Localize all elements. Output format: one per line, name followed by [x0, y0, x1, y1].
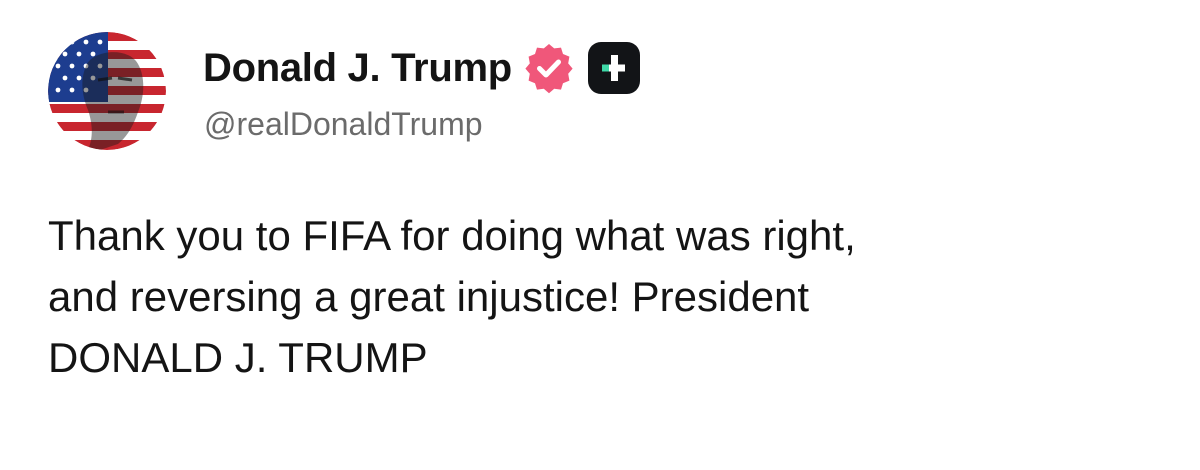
author-name-row: Donald J. Trump [203, 40, 640, 96]
author-handle[interactable]: @realDonaldTrump [204, 106, 483, 143]
post-text-line: DONALD J. TRUMP [48, 333, 428, 381]
post-text-line: Thank you to FIFA for doing what was rig… [48, 212, 856, 259]
post-text-line: and reversing a great injustice! Preside… [48, 272, 810, 320]
flag-portrait-avatar-icon [48, 32, 166, 150]
verified-badge-icon[interactable] [522, 41, 576, 95]
author-display-name[interactable]: Donald J. Trump [203, 46, 512, 91]
post-text: Thank you to FIFA for doing what was rig… [48, 206, 1148, 389]
author-avatar[interactable] [48, 32, 166, 150]
truth-social-app-icon[interactable] [587, 42, 640, 94]
truth-post-card: Donald J. Trump @realDonaldTrump Thank y… [0, 0, 1200, 470]
